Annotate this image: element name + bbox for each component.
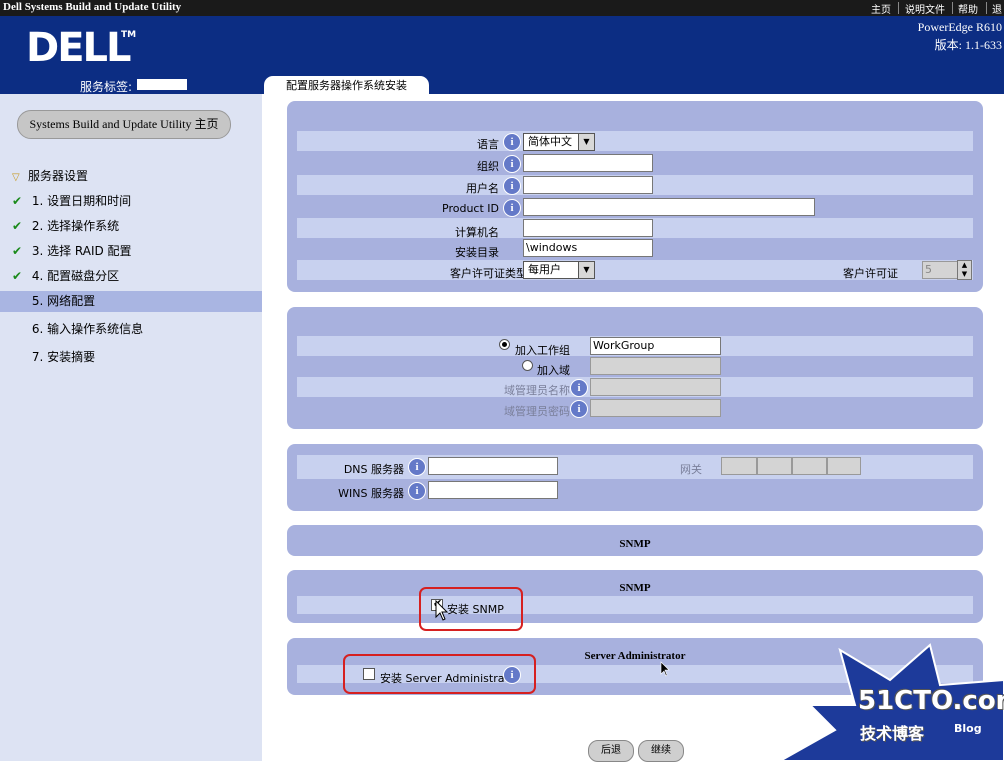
license-count-label: 客户许可证 [843,267,898,280]
dropdown-arrow-icon: ▼ [578,262,594,278]
domain-admin-field[interactable] [590,378,721,396]
section-label: 服务器设置 [28,169,89,183]
product-id-label: Product ID [442,202,499,215]
watermark-subtitle: 技术博客 [860,724,925,743]
sidebar-item-label: 2. 选择操作系统 [31,219,120,233]
sidebar-item-label: 7. 安装摘要 [31,350,96,364]
exit-link[interactable]: 退 [992,1,1002,16]
app-title: Dell Systems Build and Update Utility [3,1,182,13]
license-type-select[interactable]: 每用户 ▼ [523,261,595,279]
computer-name-label: 计算机名 [455,226,499,239]
product-id-field[interactable] [523,198,815,216]
install-dir-field[interactable]: \windows [523,239,653,257]
mouse-cursor-icon [435,600,449,621]
checkmark-icon: ✔ [12,219,23,233]
dns-label: DNS 服务器 [343,463,404,476]
info-icon[interactable]: i [503,199,521,217]
sidebar-item-partition[interactable]: ✔ 4. 配置磁盘分区 [12,264,119,288]
panel-title: SNMP [619,582,651,594]
gateway-octet-2[interactable] [757,457,792,475]
info-icon[interactable]: i [503,177,521,195]
sidebar-item-label: 1. 设置日期和时间 [31,194,132,208]
watermark-site: 51CTO.com [858,686,1004,716]
sidebar-item-network[interactable]: 5. 网络配置 [12,289,95,313]
domain-field[interactable] [590,357,721,375]
gateway-label: 网关 [680,463,702,476]
triangle-down-icon: ▽ [12,172,20,183]
sidebar-item-label: 5. 网络配置 [31,294,96,308]
license-type-label: 客户许可证类型 [450,267,527,280]
checkmark-icon: ✔ [12,269,23,283]
license-count-field[interactable]: 5 [922,261,958,279]
row-language [297,131,973,151]
info-icon[interactable]: i [570,379,588,397]
dns-field[interactable] [428,457,558,475]
sidebar-item-os[interactable]: ✔ 2. 选择操作系统 [12,214,119,238]
info-icon[interactable]: i [408,482,426,500]
sidebar-item-label: 6. 输入操作系统信息 [31,322,144,336]
domain-label: 加入域 [537,364,570,377]
home-link[interactable]: 主页 [871,1,891,16]
workgroup-radio[interactable] [499,339,510,350]
tab-os-install[interactable]: 配置服务器操作系统安装 [264,76,429,96]
model-name: PowerEdge R610 [917,20,1002,34]
domain-admin-label: 域管理员名称 [504,384,570,397]
language-select[interactable]: 简体中文 ▼ [523,133,595,151]
sidebar-item-label: 4. 配置磁盘分区 [31,269,120,283]
info-icon[interactable]: i [408,458,426,476]
language-label: 语言 [477,138,499,151]
computer-name-field[interactable] [523,219,653,237]
gateway-octet-3[interactable] [792,457,827,475]
section-server-setup[interactable]: ▽ 服务器设置 [12,164,88,188]
spinner-arrows-icon[interactable]: ▲ ▼ [957,260,972,280]
separator [986,2,987,14]
home-button[interactable]: Systems Build and Update Utility 主页 [17,110,231,139]
separator [898,2,899,14]
info-icon[interactable]: i [503,133,521,151]
info-icon[interactable]: i [570,400,588,418]
highlight-box [343,654,536,694]
org-label: 组织 [477,160,499,173]
sidebar-item-raid[interactable]: ✔ 3. 选择 RAID 配置 [12,239,132,263]
workgroup-field[interactable]: WorkGroup [590,337,721,355]
gateway-octet-1[interactable] [721,457,757,475]
sidebar-item-summary[interactable]: 7. 安装摘要 [12,345,95,369]
back-button[interactable]: 后退 [588,740,634,762]
version-label: 版本: 1.1-633 [934,38,1002,52]
service-tag-label: 服务标签: [80,80,133,94]
docs-link[interactable]: 说明文件 [905,1,945,16]
domain-password-field[interactable] [590,399,721,417]
username-field[interactable] [523,176,653,194]
dell-logo: DELL [26,25,132,71]
workgroup-label: 加入工作组 [515,344,570,357]
username-label: 用户名 [466,182,499,195]
install-dir-label: 安装目录 [455,246,499,259]
dropdown-arrow-icon: ▼ [578,134,594,150]
org-field[interactable] [523,154,653,172]
gateway-octet-4[interactable] [827,457,861,475]
sidebar-item-label: 3. 选择 RAID 配置 [31,244,132,258]
sidebar-item-datetime[interactable]: ✔ 1. 设置日期和时间 [12,189,131,213]
mouse-cursor-icon [660,661,670,677]
checkmark-icon: ✔ [12,244,23,258]
panel-title: SNMP [619,538,651,550]
wins-label: WINS 服务器 [338,487,404,500]
continue-button[interactable]: 继续 [638,740,684,762]
help-link[interactable]: 帮助 [958,1,978,16]
checkmark-icon: ✔ [12,194,23,208]
service-tag-redacted [137,79,187,90]
domain-password-label: 域管理员密码 [504,405,570,418]
separator [952,2,953,14]
info-icon[interactable]: i [503,155,521,173]
domain-radio[interactable] [522,360,533,371]
logo-trademark: TM [121,30,137,40]
wins-field[interactable] [428,481,558,499]
sidebar-item-os-info[interactable]: 6. 输入操作系统信息 [12,317,143,341]
watermark-blog: Blog [954,722,982,735]
